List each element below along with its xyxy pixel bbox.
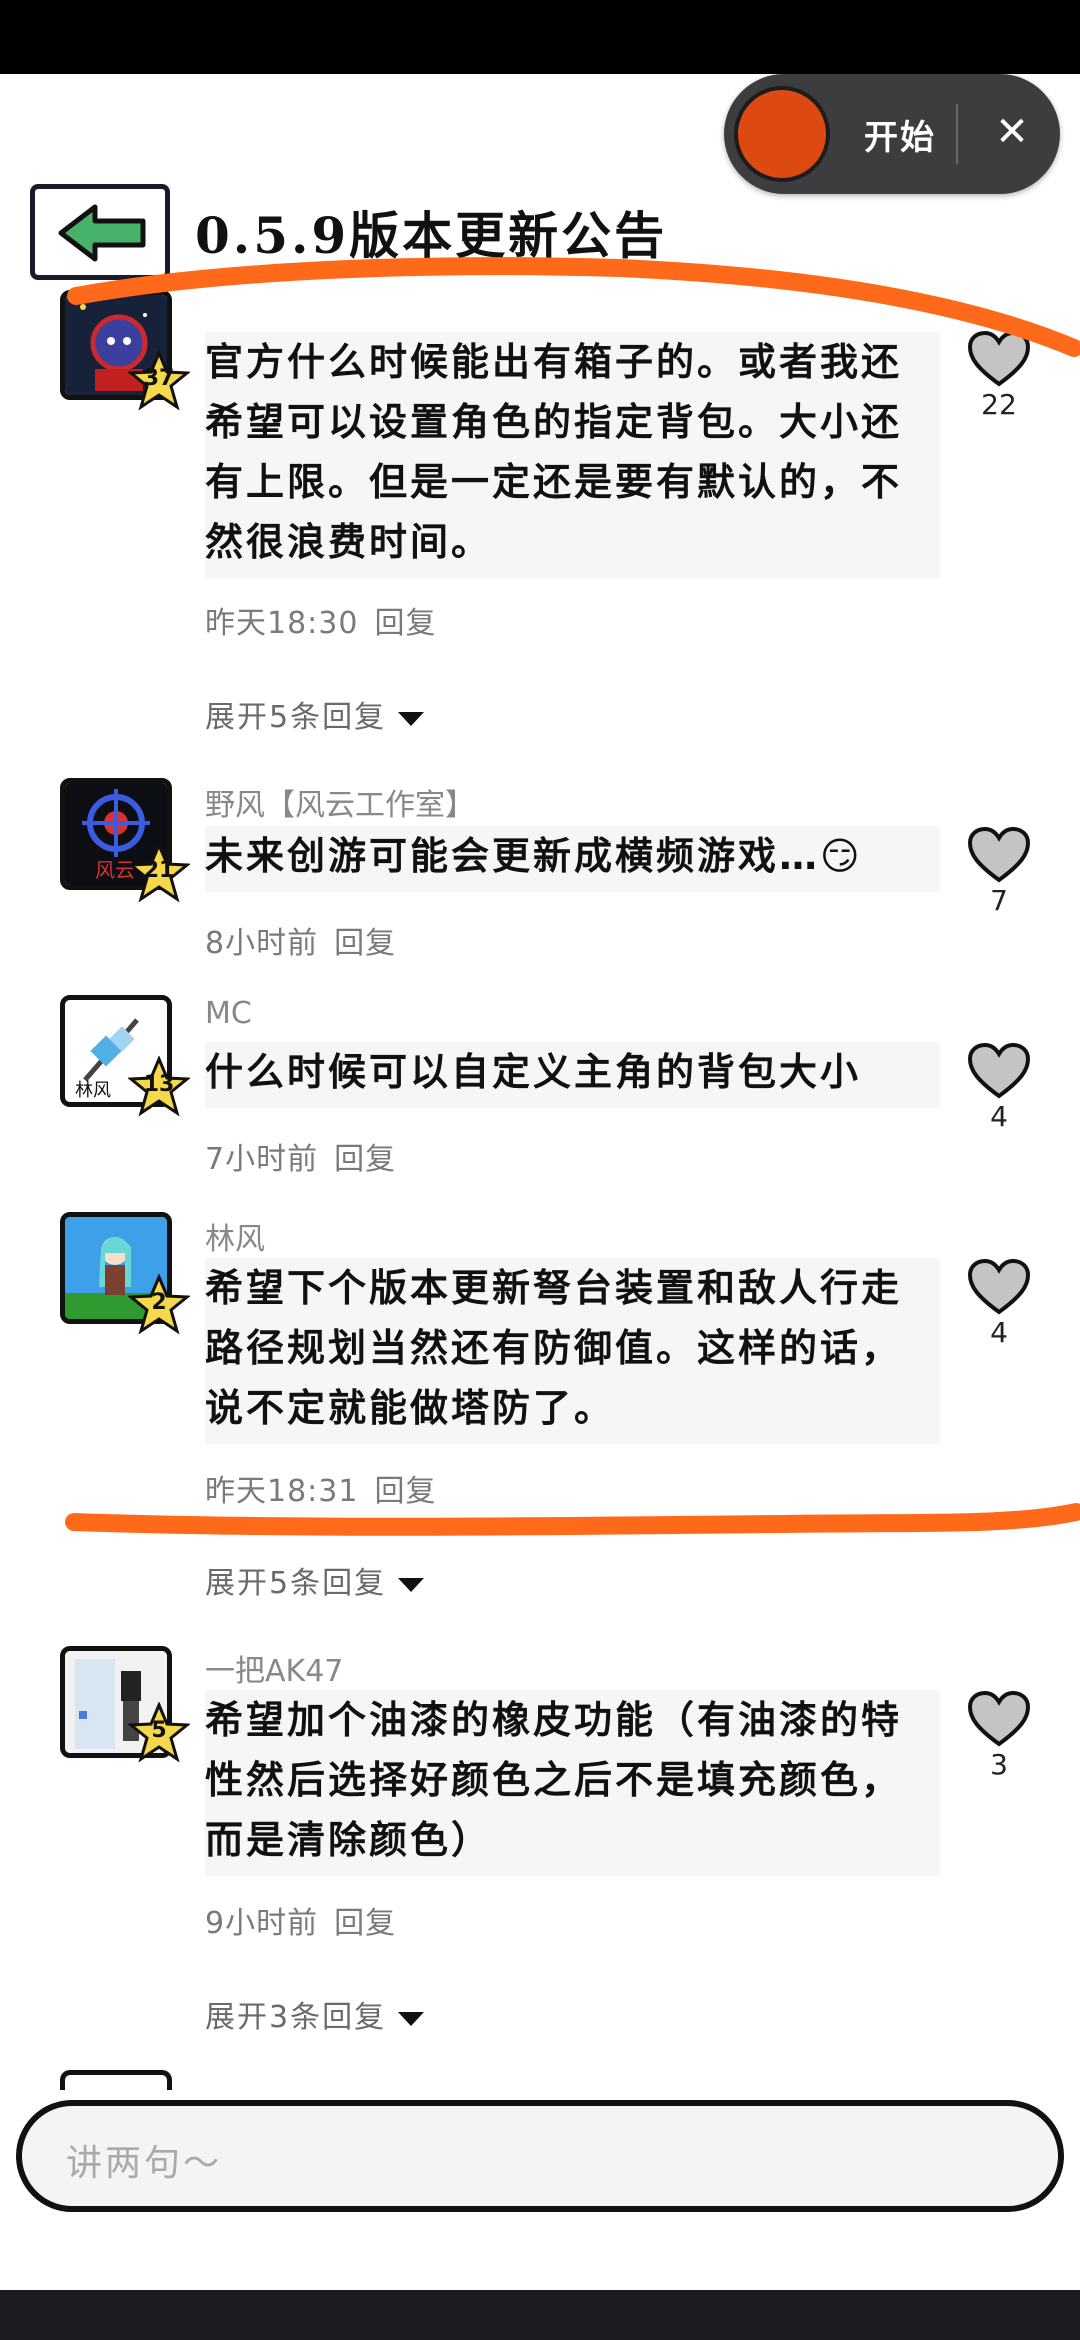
svg-text:林风: 林风 [75,1080,111,1101]
level-badge: 21 [128,842,190,904]
next-comment-avatar-peek [60,2070,172,2090]
annotation-underline-comment [65,1503,1080,1536]
comment-text: 希望下个版本更新弩台装置和敌人行走路径规划当然还有防御值。这样的话，说不定就能做… [205,1258,940,1444]
caret-down-icon [398,711,425,726]
recorder-divider [956,104,958,164]
page-title: 0.5.9版本更新公告 [195,206,668,265]
like-button[interactable]: 3 [964,1690,1034,1781]
comment-time: 昨天18:31 [205,1474,359,1509]
like-button[interactable]: 4 [964,1258,1034,1349]
username[interactable]: MC [205,996,252,1031]
level-badge: 5 [128,1702,190,1764]
heart-icon [967,1690,1031,1747]
expand-replies-button[interactable]: 展开5条回复 [205,692,425,736]
record-button[interactable] [734,86,830,182]
caret-down-icon [398,1577,425,1592]
like-count: 4 [990,1316,1008,1349]
back-button[interactable] [30,184,170,280]
comment-meta: 8小时前 回复 [205,918,396,962]
heart-icon [967,826,1031,883]
heart-icon [967,1258,1031,1315]
like-count: 7 [990,884,1008,917]
level-badge: 37 [128,350,190,412]
comment-time: 7小时前 [205,1142,319,1177]
comment-input-placeholder: 讲两句～ [66,2143,223,2184]
close-icon[interactable]: ✕ [974,94,1050,170]
level-badge: 2 [128,1274,190,1336]
like-count: 3 [990,1748,1008,1781]
comment-text: 什么时候可以自定义主角的背包大小 [205,1042,940,1108]
comment-text: 官方什么时候能出有箱子的。或者我还希望可以设置角色的指定背包。大小还有上限。但是… [205,332,940,578]
heart-icon [967,330,1031,387]
comment-input[interactable]: 讲两句～ [16,2100,1064,2212]
reply-button[interactable]: 回复 [374,606,436,641]
reply-button[interactable]: 回复 [334,1906,396,1941]
comment-text: 未来创游可能会更新成横频游戏…😏 [205,826,940,892]
level-badge: 13 [128,1056,190,1118]
username[interactable]: 一把AK47 [205,1646,343,1690]
comment-time: 昨天18:30 [205,606,359,641]
like-count: 4 [990,1100,1008,1133]
like-button[interactable]: 22 [964,330,1034,421]
username[interactable]: 野风【风云工作室】 [205,780,475,824]
record-start-label[interactable]: 开始 [864,110,936,159]
comment-time: 8小时前 [205,926,319,961]
comment-meta: 昨天18:30 回复 [205,598,436,642]
expand-replies-button[interactable]: 展开5条回复 [205,1558,425,1602]
status-bar [0,0,1080,74]
reply-button[interactable]: 回复 [334,1142,396,1177]
comment-meta: 昨天18:31 回复 [205,1466,436,1510]
like-count: 22 [981,388,1017,421]
screen-recorder-widget: 开始 ✕ [724,74,1060,194]
comment-meta: 9小时前 回复 [205,1898,396,1942]
comment-meta: 7小时前 回复 [205,1134,396,1178]
caret-down-icon [398,2011,425,2026]
system-navigation-bar [0,2290,1080,2340]
heart-icon [967,1042,1031,1099]
like-button[interactable]: 7 [964,826,1034,917]
reply-button[interactable]: 回复 [334,926,396,961]
expand-replies-button[interactable]: 展开3条回复 [205,1992,425,2036]
like-button[interactable]: 4 [964,1042,1034,1133]
comment-text: 希望加个油漆的橡皮功能（有油漆的特性然后选择好颜色之后不是填充颜色，而是清除颜色… [205,1690,940,1876]
back-arrow-icon [58,204,146,262]
username[interactable]: 林风 [205,1214,265,1258]
reply-button[interactable]: 回复 [374,1474,436,1509]
comment-time: 9小时前 [205,1906,319,1941]
